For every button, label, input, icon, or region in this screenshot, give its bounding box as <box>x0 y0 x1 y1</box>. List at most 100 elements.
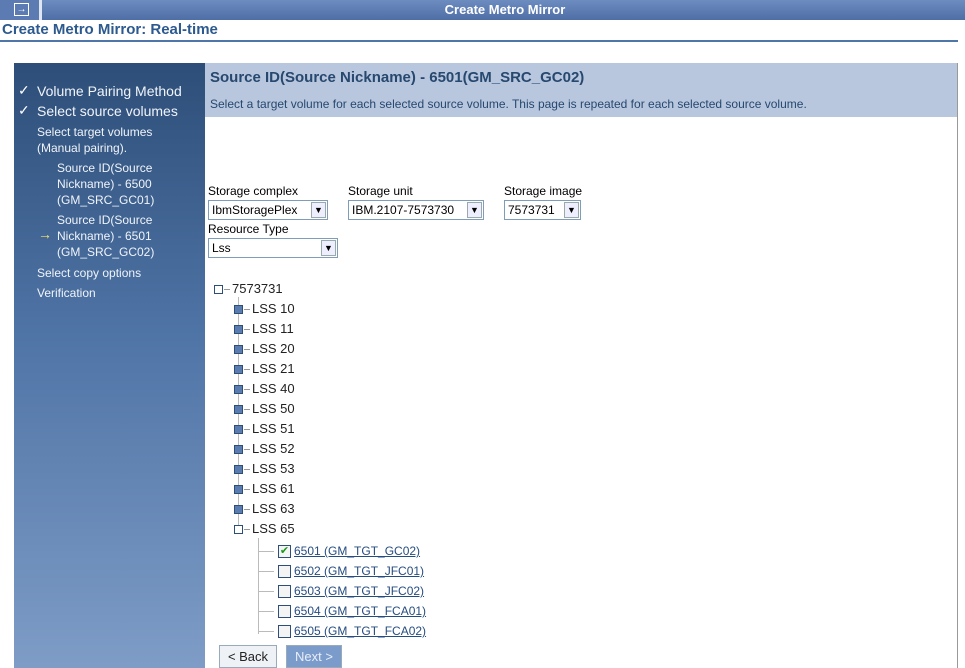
step-verification: Verification <box>37 286 96 300</box>
next-button[interactable]: Next > <box>286 645 342 668</box>
page-title: Create Metro Mirror: Real-time <box>2 21 218 38</box>
connector <box>244 449 250 450</box>
expand-toggle[interactable] <box>234 405 243 414</box>
storage-image-label: Storage image <box>504 184 583 198</box>
check-icon: ✓ <box>18 102 30 118</box>
volume-link[interactable]: 6503 (GM_TGT_JFC02) <box>294 584 424 598</box>
volume-link[interactable]: 6505 (GM_TGT_FCA02) <box>294 624 426 638</box>
storage-complex-label: Storage complex <box>208 184 299 198</box>
volume-link[interactable]: 6502 (GM_TGT_JFC01) <box>294 564 424 578</box>
substep-6501: Source ID(Source Nickname) - 6501 (GM_SRC_… <box>57 212 154 260</box>
resource-type-select[interactable]: Lss ▼ <box>208 238 338 258</box>
storage-unit-label: Storage unit <box>348 184 413 198</box>
expand-toggle[interactable] <box>234 505 243 514</box>
step-select-source: Select source volumes <box>37 103 178 119</box>
tree-node-lss[interactable]: LSS 50 <box>252 401 295 417</box>
connector <box>258 571 274 572</box>
collapse-toggle[interactable] <box>214 285 223 294</box>
divider <box>0 40 958 42</box>
value: IbmStoragePlex <box>212 203 298 217</box>
section-header: Source ID(Source Nickname) - 6501(GM_SRC… <box>205 63 958 117</box>
chevron-down-icon: ▼ <box>467 202 482 218</box>
title-bar: → Create Metro Mirror <box>0 0 965 20</box>
step-select-target-sub: (Manual pairing). <box>37 141 128 155</box>
tree-node-lss[interactable]: LSS 20 <box>252 341 295 357</box>
connector <box>244 489 250 490</box>
tree-node-lss[interactable]: LSS 40 <box>252 381 295 397</box>
resource-type-label: Resource Type <box>208 222 289 236</box>
wizard-steps: ✓ Volume Pairing Method ✓ Select source … <box>14 63 205 668</box>
connector <box>258 591 274 592</box>
tree-node-lss[interactable]: LSS 51 <box>252 421 295 437</box>
value: Lss <box>212 241 231 255</box>
step-select-target: Select target volumes <box>37 125 153 139</box>
arrow-right-icon: → <box>14 3 29 16</box>
border <box>957 63 958 668</box>
connector <box>244 509 250 510</box>
section-heading: Source ID(Source Nickname) - 6501(GM_SRC… <box>210 69 585 86</box>
connector <box>258 551 274 552</box>
chevron-down-icon: ▼ <box>311 202 326 218</box>
chevron-down-icon: ▼ <box>564 202 579 218</box>
tree-root[interactable]: 7573731 <box>232 281 283 297</box>
tree-node-lss[interactable]: LSS 11 <box>252 321 294 337</box>
expand-toggle[interactable] <box>234 485 243 494</box>
connector <box>244 469 250 470</box>
storage-image-select[interactable]: 7573731 ▼ <box>504 200 581 220</box>
back-button[interactable]: < Back <box>219 645 277 668</box>
connector <box>244 349 250 350</box>
value: 7573731 <box>508 203 555 217</box>
storage-complex-select[interactable]: IbmStoragePlex ▼ <box>208 200 328 220</box>
current-arrow-icon: → <box>38 226 52 242</box>
instructions: Select a target volume for each selected… <box>210 97 807 111</box>
connector <box>258 611 274 612</box>
volume-link[interactable]: 6501 (GM_TGT_GC02) <box>294 544 420 558</box>
connector <box>244 389 250 390</box>
value: IBM.2107-7573730 <box>352 203 455 217</box>
connector <box>244 529 250 530</box>
volume-link[interactable]: 6504 (GM_TGT_FCA01) <box>294 604 426 618</box>
tree-node-lss[interactable]: LSS 21 <box>252 361 295 377</box>
expand-toggle[interactable] <box>234 365 243 374</box>
expand-toggle[interactable] <box>234 425 243 434</box>
expand-toggle[interactable] <box>234 525 243 534</box>
connector <box>244 329 250 330</box>
expand-toggle[interactable] <box>234 385 243 394</box>
check-icon: ✓ <box>18 82 30 98</box>
line: Nickname) - 6501 <box>57 229 152 243</box>
connector <box>244 309 250 310</box>
line: Source ID(Source <box>57 161 153 175</box>
storage-unit-select[interactable]: IBM.2107-7573730 ▼ <box>348 200 484 220</box>
tree-node-lss[interactable]: LSS 65 <box>252 521 295 537</box>
expand-toggle[interactable] <box>234 465 243 474</box>
line: Nickname) - 6500 <box>57 177 152 191</box>
tree-node-lss[interactable]: LSS 53 <box>252 461 295 477</box>
expand-toggle[interactable] <box>234 305 243 314</box>
line: Source ID(Source <box>57 213 153 227</box>
volume-checkbox[interactable] <box>278 565 291 578</box>
expand-button[interactable]: → <box>0 0 42 20</box>
chevron-down-icon: ▼ <box>321 240 336 256</box>
step-copy-options: Select copy options <box>37 266 142 280</box>
tree-node-lss[interactable]: LSS 63 <box>252 501 295 517</box>
volume-checkbox[interactable] <box>278 625 291 638</box>
connector <box>258 538 259 634</box>
window-title: Create Metro Mirror <box>444 2 566 17</box>
substep-6500: Source ID(Source Nickname) - 6500 (GM_SRC_… <box>57 160 154 208</box>
line: (GM_SRC_GC02) <box>57 245 155 259</box>
volume-checkbox[interactable]: ✔ <box>278 545 291 558</box>
expand-toggle[interactable] <box>234 345 243 354</box>
connector <box>258 631 274 632</box>
tree-node-lss[interactable]: LSS 10 <box>252 301 295 317</box>
step-volume-pairing: Volume Pairing Method <box>37 83 182 99</box>
connector <box>244 429 250 430</box>
volume-checkbox[interactable] <box>278 605 291 618</box>
tree-node-lss[interactable]: LSS 61 <box>252 481 295 497</box>
expand-toggle[interactable] <box>234 445 243 454</box>
connector <box>244 409 250 410</box>
line: (GM_SRC_GC01) <box>57 193 155 207</box>
connector <box>224 289 230 290</box>
expand-toggle[interactable] <box>234 325 243 334</box>
volume-checkbox[interactable] <box>278 585 291 598</box>
tree-node-lss[interactable]: LSS 52 <box>252 441 295 457</box>
